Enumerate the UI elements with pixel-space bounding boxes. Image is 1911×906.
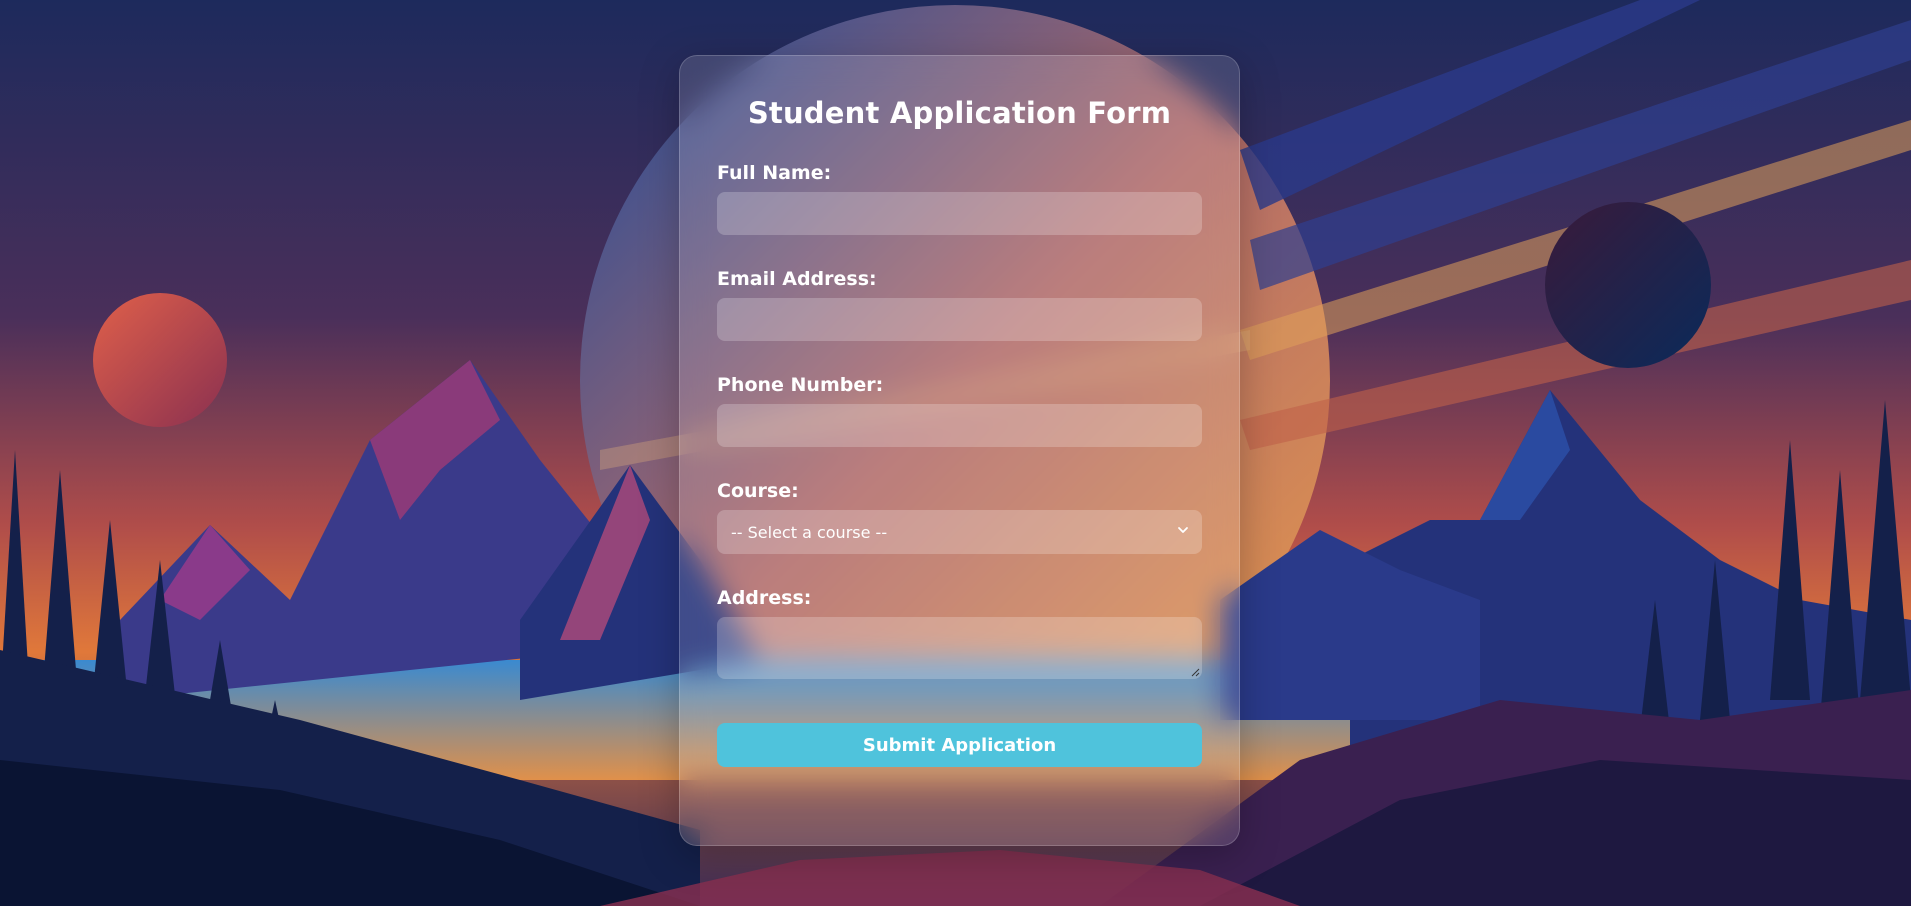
email-label: Email Address:	[717, 268, 877, 290]
submit-application-button[interactable]: Submit Application	[717, 723, 1202, 767]
email-input[interactable]	[717, 298, 1202, 341]
course-select[interactable]: -- Select a course --	[717, 510, 1202, 554]
full-name-input[interactable]	[717, 192, 1202, 235]
address-textarea[interactable]	[717, 617, 1202, 679]
address-label: Address:	[717, 587, 812, 609]
address-textarea-wrapper	[717, 617, 1202, 679]
course-group: Course: -- Select a course --	[717, 479, 1202, 554]
phone-group: Phone Number:	[717, 373, 1202, 447]
application-form-card: Student Application Form Full Name: Emai…	[679, 55, 1240, 846]
address-group: Address:	[717, 586, 1202, 679]
full-name-group: Full Name:	[717, 161, 1202, 235]
phone-label: Phone Number:	[717, 374, 884, 396]
form-title: Student Application Form	[747, 96, 1172, 130]
email-group: Email Address:	[717, 267, 1202, 341]
course-select-wrapper: -- Select a course --	[717, 510, 1202, 554]
resize-handle-icon[interactable]	[1190, 667, 1200, 677]
phone-input[interactable]	[717, 404, 1202, 447]
course-label: Course:	[717, 480, 799, 502]
full-name-label: Full Name:	[717, 162, 832, 184]
